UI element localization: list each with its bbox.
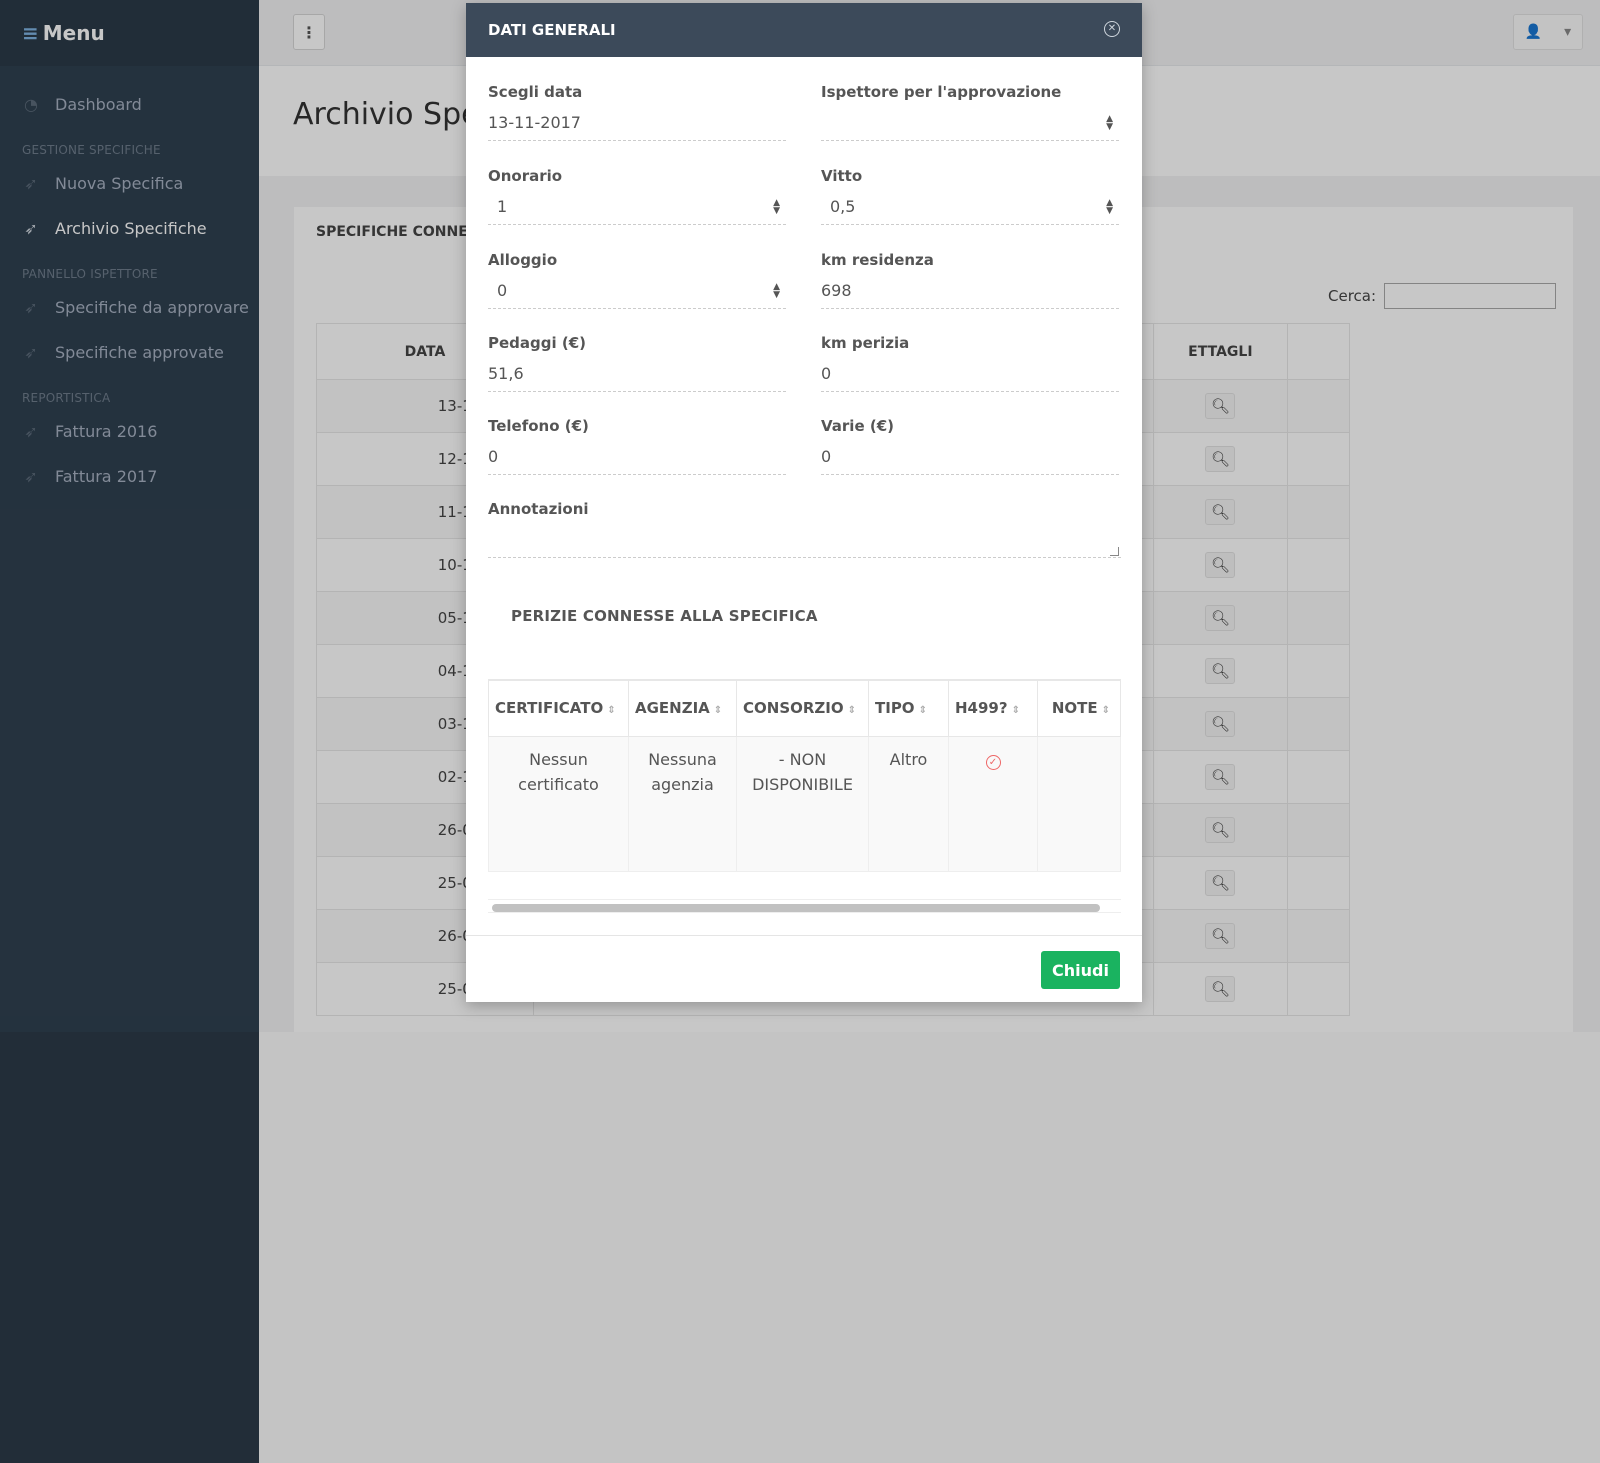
resize-handle-icon[interactable] (1110, 547, 1119, 556)
close-icon[interactable]: ✕ (1104, 21, 1120, 37)
km-perizia-field: km perizia 0 (821, 334, 1119, 392)
sort-icon: ⇕ (713, 705, 723, 717)
sort-icon: ⇕ (918, 705, 927, 717)
backdrop-lower (259, 1032, 1600, 1463)
telefono-input[interactable]: 0 (488, 439, 786, 475)
col-agenzia[interactable]: AGENZIA ⇕ (628, 679, 737, 737)
sort-icon: ⇕ (607, 705, 616, 717)
field-label: Telefono (€) (488, 417, 589, 435)
km-residenza-field: km residenza 698 (821, 251, 1119, 309)
field-label: Varie (€) (821, 417, 894, 435)
varie-field: Varie (€) 0 (821, 417, 1119, 475)
alloggio-field: Alloggio 0 ▲ ▼ (488, 251, 786, 309)
select-arrows-icon: ▲ ▼ (1106, 114, 1113, 132)
horizontal-scrollbar[interactable] (488, 899, 1121, 913)
telefono-field: Telefono (€) 0 (488, 417, 786, 475)
perizie-table: CERTIFICATO ⇕ AGENZIA ⇕ CONSORZIO ⇕ TIPO ⇕ H… (488, 679, 1121, 872)
onorario-field: Onorario 1 ▲ ▼ (488, 167, 786, 225)
pedaggi-input[interactable]: 51,6 (488, 356, 786, 392)
ispettore-field: Ispettore per l'approvazione ▲ ▼ (821, 83, 1119, 141)
field-label: Scegli data (488, 83, 583, 101)
cell-consorzio: - NON DISPONIBILE (736, 735, 869, 872)
field-label: Onorario (488, 167, 563, 185)
select-value: 0,5 (830, 197, 856, 216)
sort-icon: ⇕ (1011, 705, 1020, 717)
ispettore-select[interactable]: ▲ ▼ (821, 105, 1119, 141)
field-label: Pedaggi (€) (488, 334, 587, 352)
col-consorzio[interactable]: CONSORZIO ⇕ (736, 679, 869, 737)
vitto-field: Vitto 0,5 ▲ ▼ (821, 167, 1119, 225)
alloggio-select[interactable]: 0 ▲ ▼ (488, 273, 786, 309)
km-perizia-input[interactable]: 0 (821, 356, 1119, 392)
check-circle-icon: ✓ (985, 754, 1001, 770)
modal-header: DATI GENERALI ✕ (466, 3, 1142, 57)
cell-agenzia: Nessuna agenzia (628, 735, 737, 872)
select-arrows-icon: ▲ ▼ (773, 198, 780, 216)
dati-generali-modal: DATI GENERALI ✕ Scegli data 13-11-2017 I… (466, 3, 1142, 1002)
annotazioni-textarea[interactable] (488, 522, 1121, 558)
modal-footer-divider (466, 935, 1142, 936)
onorario-select[interactable]: 1 ▲ ▼ (488, 189, 786, 225)
data-field: Scegli data 13-11-2017 (488, 83, 786, 141)
date-input[interactable]: 13-11-2017 (488, 105, 786, 141)
sort-icon: ⇕ (1101, 705, 1110, 717)
col-tipo[interactable]: TIPO ⇕ (868, 679, 949, 737)
vitto-select[interactable]: 0,5 ▲ ▼ (821, 189, 1119, 225)
scrollbar-thumb[interactable] (492, 904, 1100, 912)
chiudi-button[interactable]: Chiudi (1041, 951, 1120, 989)
col-note[interactable]: NOTE ⇕ (1037, 679, 1121, 737)
select-value: 0 (497, 281, 508, 300)
cell-h499: ✓ (948, 735, 1038, 872)
km-residenza-input[interactable]: 698 (821, 273, 1119, 309)
annotazioni-field: Annotazioni (488, 500, 1121, 558)
select-arrows-icon: ▲ ▼ (1106, 198, 1113, 216)
select-arrows-icon: ▲ ▼ (773, 282, 780, 300)
col-certificato[interactable]: CERTIFICATO ⇕ (488, 679, 629, 737)
col-h499[interactable]: H499? ⇕ (948, 679, 1038, 737)
sort-icon: ⇕ (847, 705, 857, 717)
field-label: Alloggio (488, 251, 558, 269)
table-row: Nessun certificato Nessuna agenzia - NON… (488, 735, 1121, 872)
cell-tipo: Altro (868, 735, 949, 872)
cell-note (1037, 735, 1121, 872)
field-label: km residenza (821, 251, 934, 269)
select-value: 1 (497, 197, 508, 216)
cell-certificato: Nessun certificato (488, 735, 629, 872)
field-label: Ispettore per l'approvazione (821, 83, 1062, 101)
field-label: km perizia (821, 334, 910, 352)
modal-title: DATI GENERALI (488, 21, 616, 39)
varie-input[interactable]: 0 (821, 439, 1119, 475)
field-label: Annotazioni (488, 500, 589, 518)
sidebar-lower (0, 1032, 259, 1463)
perizie-section-title: PERIZIE CONNESSE ALLA SPECIFICA (511, 607, 818, 625)
pedaggi-field: Pedaggi (€) 51,6 (488, 334, 786, 392)
field-label: Vitto (821, 167, 863, 185)
